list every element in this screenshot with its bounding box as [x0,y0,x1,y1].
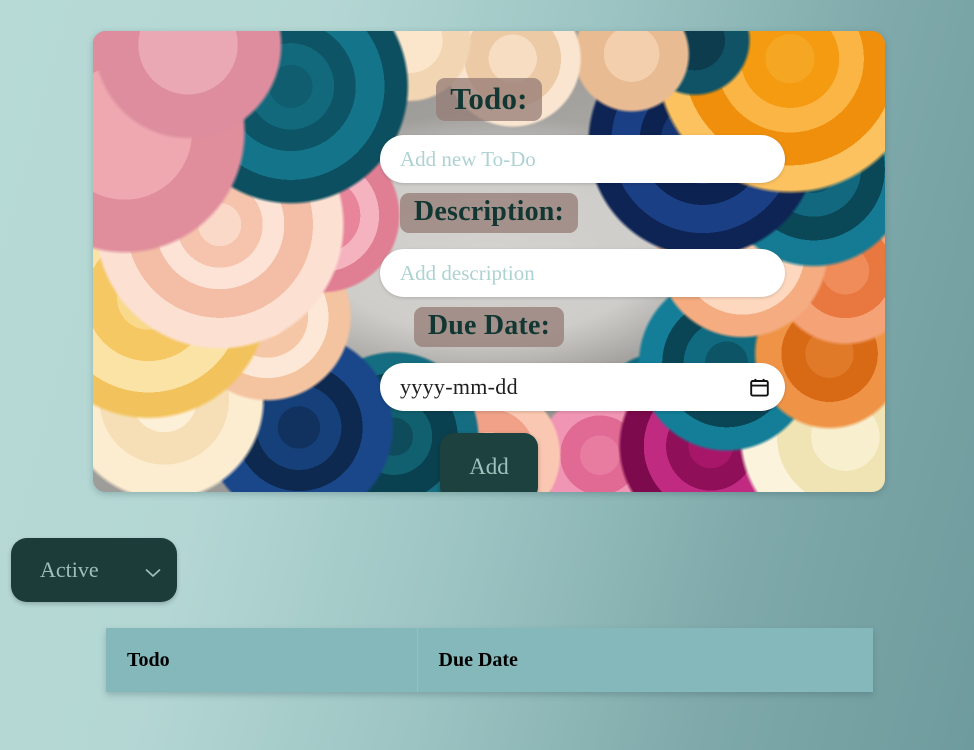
description-input-row [380,249,785,297]
column-header-todo[interactable]: Todo [106,628,418,692]
status-filter[interactable]: Active [11,538,177,602]
due-date-label: Due Date: [413,307,565,348]
description-label: Description: [399,193,579,234]
todo-input-row [380,135,785,183]
due-date-input-row: yyyy-mm-dd [380,363,785,411]
todo-table: Todo Due Date [106,628,873,692]
description-input[interactable] [380,249,785,297]
add-button[interactable]: Add [440,433,538,492]
todo-form-card: Todo: Description: Due Date: yyyy-mm-dd [93,31,885,492]
calendar-icon[interactable] [750,378,769,397]
due-date-field[interactable]: yyyy-mm-dd [380,363,785,411]
table-header-row: Todo Due Date [106,628,873,692]
todo-label: Todo: [436,78,542,122]
due-date-placeholder-text: yyyy-mm-dd [400,374,518,399]
todo-table-head: Todo Due Date [106,628,873,692]
due-date-label-row: Due Date: [93,307,885,348]
status-filter-value: Active [40,557,99,582]
description-label-row: Description: [93,193,885,234]
add-button-row: Add [93,433,885,492]
todo-label-row: Todo: [93,78,885,122]
chevron-down-icon[interactable] [145,565,161,577]
column-header-due-date[interactable]: Due Date [417,628,873,692]
todo-input[interactable] [380,135,785,183]
status-filter-face[interactable]: Active [11,538,177,602]
